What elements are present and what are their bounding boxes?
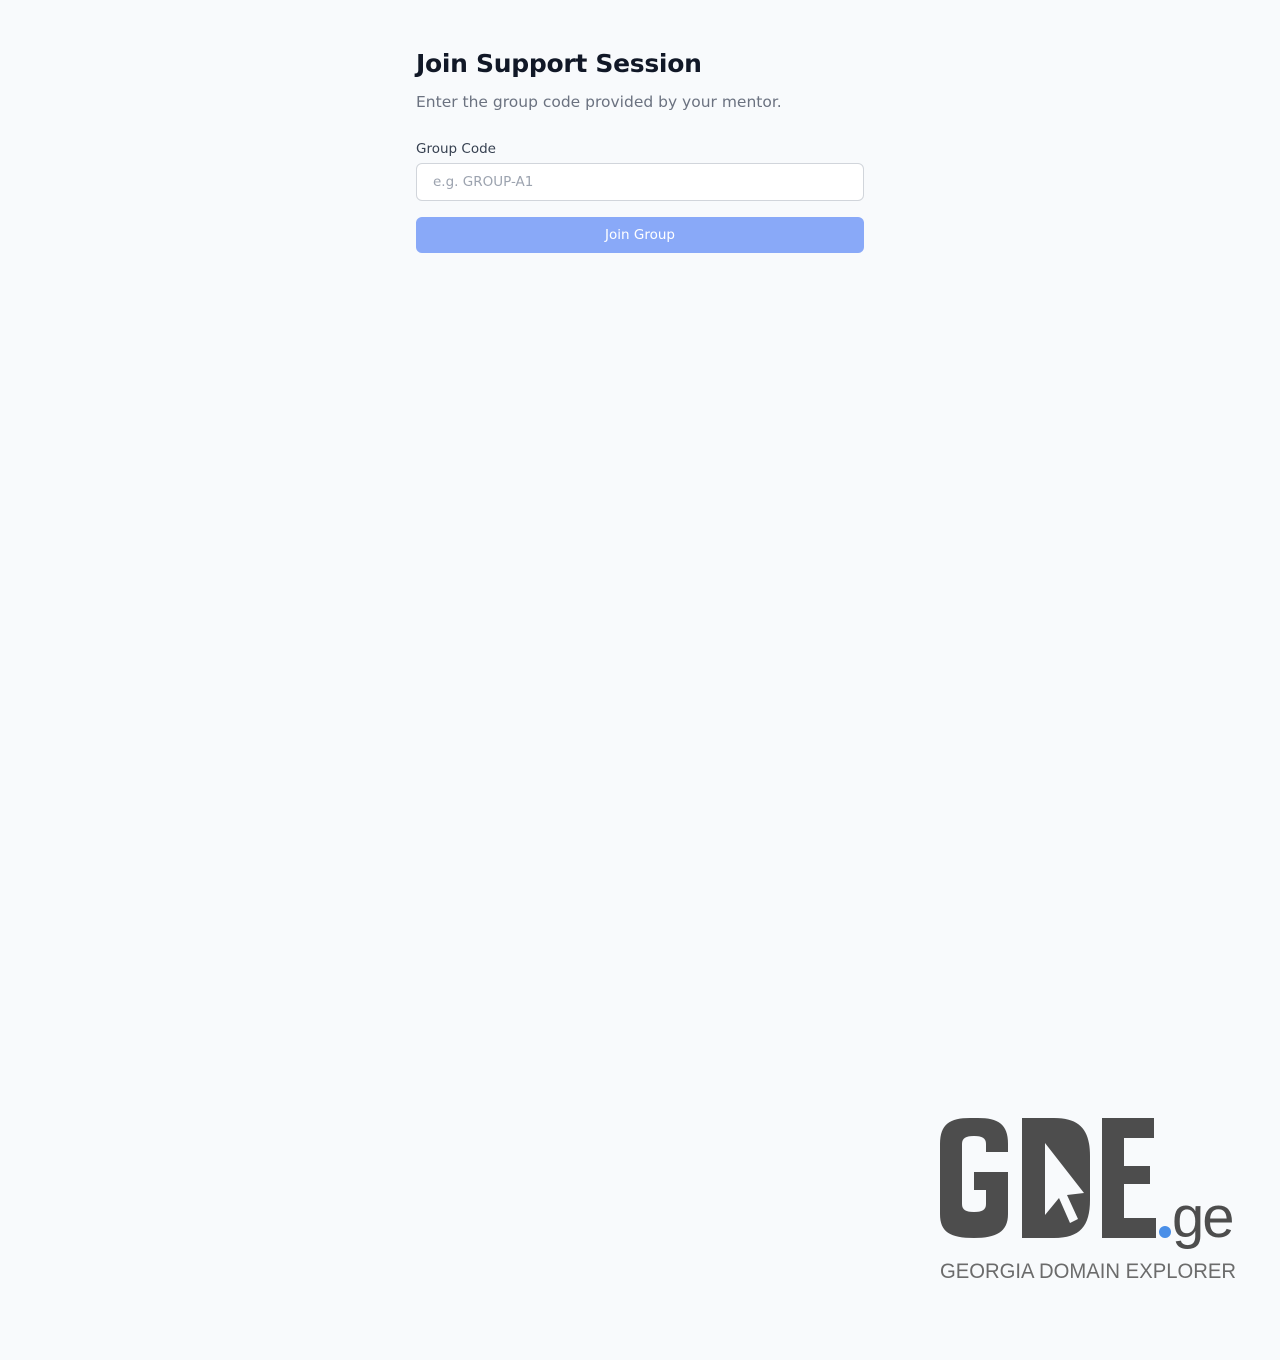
- logo-letter-g: [940, 1118, 1008, 1238]
- gde-logo: ge GEORGIA DOMAIN EXPLORER: [940, 1118, 1236, 1283]
- logo-ge-text: ge: [1172, 1185, 1233, 1250]
- logo-dot: [1159, 1226, 1171, 1238]
- page-title: Join Support Session: [416, 49, 702, 78]
- logo-tagline: GEORGIA DOMAIN EXPLORER: [940, 1260, 1236, 1283]
- logo-letter-d: [1022, 1118, 1090, 1238]
- join-session-form: Join Support Session Enter the group cod…: [416, 46, 864, 253]
- logo-letter-e: [1102, 1118, 1156, 1238]
- page-subtitle: Enter the group code provided by your me…: [416, 93, 782, 111]
- group-code-input[interactable]: [416, 163, 864, 201]
- group-code-label: Group Code: [416, 141, 496, 157]
- join-group-button[interactable]: Join Group: [416, 217, 864, 253]
